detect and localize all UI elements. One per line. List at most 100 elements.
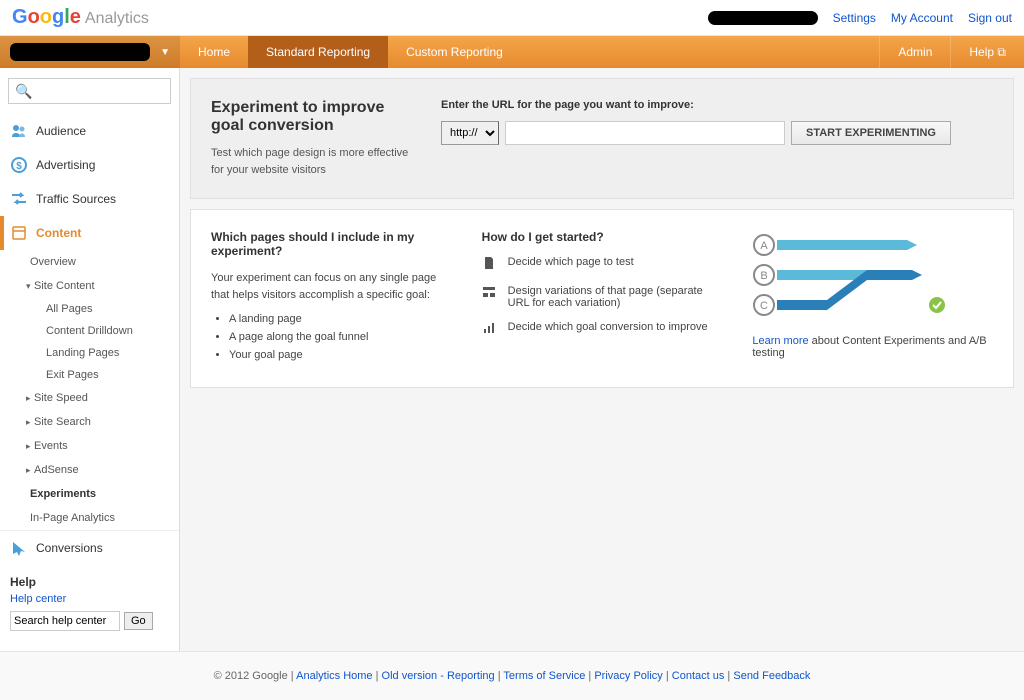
col1-bullet-3: Your goal page [229,349,452,361]
search-icon: 🔍 [15,83,32,100]
subnav-landing-pages[interactable]: Landing Pages [10,342,179,364]
learn-more-link[interactable]: Learn more [752,335,808,347]
footer-privacy[interactable]: Privacy Policy [594,670,662,682]
subnav-site-speed[interactable]: ▸Site Speed [10,386,179,410]
subnav-experiments[interactable]: Experiments [10,482,179,506]
step-2-text: Design variations of that page (separate… [508,285,723,309]
logo-product: Analytics [85,10,149,28]
url-label: Enter the URL for the page you want to i… [441,99,993,111]
page-title: Experiment to improve goal conversion [211,99,411,135]
sidebar-label-content: Content [36,226,81,240]
step-1: Decide which page to test [482,256,723,273]
col1-bullet-2: A page along the goal funnel [229,331,452,343]
nav-right: Admin Help ⧉ [879,36,1024,68]
col1-bullet-1: A landing page [229,313,452,325]
footer: © 2012 Google | Analytics Home | Old ver… [0,651,1024,700]
caret-right-icon: ▸ [26,441,34,452]
col1-heading: Which pages should I include in my exper… [211,230,452,258]
caret-right-icon: ▸ [26,417,34,428]
account-name-redacted [10,43,150,61]
help-search: Go [10,611,169,631]
caret-right-icon: ▸ [26,465,34,476]
footer-tos[interactable]: Terms of Service [503,670,585,682]
subnav-site-search[interactable]: ▸Site Search [10,410,179,434]
my-account-link[interactable]: My Account [891,11,953,25]
sidebar-item-audience[interactable]: Audience [0,114,179,148]
subnav-inpage[interactable]: In-Page Analytics [10,506,179,530]
subnav-site-speed-label: Site Speed [34,392,88,404]
start-experimenting-button[interactable]: START EXPERIMENTING [791,121,951,145]
external-icon: ⧉ [997,45,1006,60]
nav-admin[interactable]: Admin [879,36,950,68]
subnav-adsense[interactable]: ▸AdSense [10,458,179,482]
user-email-redacted [708,11,818,25]
main-content: Experiment to improve goal conversion Te… [180,68,1024,651]
conversions-icon [10,539,28,557]
subnav-exit-pages[interactable]: Exit Pages [10,364,179,386]
help-search-input[interactable] [10,611,120,631]
content-subnav: Overview ▾Site Content All Pages Content… [0,250,179,530]
svg-text:B: B [761,270,768,282]
sidebar-item-content[interactable]: Content [0,216,179,250]
variations-icon [482,285,498,302]
navbar: ▼ Home Standard Reporting Custom Reporti… [0,36,1024,68]
page-icon [482,256,498,273]
footer-old-version[interactable]: Old version - Reporting [382,670,495,682]
header-right: Settings My Account Sign out [708,11,1012,25]
footer-feedback[interactable]: Send Feedback [733,670,810,682]
subnav-site-content[interactable]: ▾Site Content [10,274,179,298]
svg-text:$: $ [16,161,22,172]
nav-home[interactable]: Home [180,36,248,68]
nav-custom-reporting[interactable]: Custom Reporting [388,36,521,68]
protocol-select[interactable]: http:// [441,121,499,145]
chart-icon [482,321,498,338]
sidebar-search[interactable]: 🔍 [8,78,171,104]
sidebar-item-traffic[interactable]: Traffic Sources [0,182,179,216]
svg-text:A: A [761,240,769,252]
url-input[interactable] [505,121,785,145]
signout-link[interactable]: Sign out [968,11,1012,25]
nav-help-label: Help [969,45,994,59]
subnav-all-pages[interactable]: All Pages [10,298,179,320]
help-section: Help Help center Go [0,565,179,641]
subnav-events[interactable]: ▸Events [10,434,179,458]
subnav-overview[interactable]: Overview [10,250,179,274]
sidebar-search-input[interactable] [36,84,164,98]
intro-right: Enter the URL for the page you want to i… [441,99,993,178]
help-center-link[interactable]: Help center [10,593,169,605]
advertising-icon: $ [10,156,28,174]
help-title: Help [10,575,169,589]
sidebar-label-conversions: Conversions [36,541,103,555]
sidebar-item-conversions[interactable]: Conversions [0,530,179,565]
ab-diagram: A B C [752,230,993,323]
nav-help[interactable]: Help ⧉ [950,36,1024,68]
sidebar-label-traffic: Traffic Sources [36,192,116,206]
footer-analytics-home[interactable]: Analytics Home [296,670,372,682]
footer-copyright: © 2012 Google [214,670,288,682]
col-which-pages: Which pages should I include in my exper… [211,230,452,367]
help-go-button[interactable]: Go [124,612,153,630]
learn-more-text: Learn more about Content Experiments and… [752,335,993,359]
account-selector[interactable]: ▼ [0,36,180,68]
container: 🔍 Audience $ Advertising Traffic Sources… [0,68,1024,651]
sidebar: 🔍 Audience $ Advertising Traffic Sources… [0,68,180,651]
sidebar-label-advertising: Advertising [36,158,95,172]
col-diagram: A B C Learn more about Content Experimen… [752,230,993,367]
subnav-events-label: Events [34,440,68,452]
intro-card: Experiment to improve goal conversion Te… [190,78,1014,199]
logo-google: Google [12,6,81,29]
intro-left: Experiment to improve goal conversion Te… [211,99,411,178]
col1-intro: Your experiment can focus on any single … [211,270,452,303]
sidebar-label-audience: Audience [36,124,86,138]
settings-link[interactable]: Settings [833,11,876,25]
subnav-site-search-label: Site Search [34,416,91,428]
subnav-content-drilldown[interactable]: Content Drilldown [10,320,179,342]
url-row: http:// START EXPERIMENTING [441,121,993,145]
logo[interactable]: Google Analytics [12,6,149,29]
nav-standard-reporting[interactable]: Standard Reporting [248,36,388,68]
sidebar-item-advertising[interactable]: $ Advertising [0,148,179,182]
subnav-site-content-label: Site Content [34,280,95,292]
footer-contact[interactable]: Contact us [672,670,725,682]
audience-icon [10,122,28,140]
subnav-adsense-label: AdSense [34,464,79,476]
